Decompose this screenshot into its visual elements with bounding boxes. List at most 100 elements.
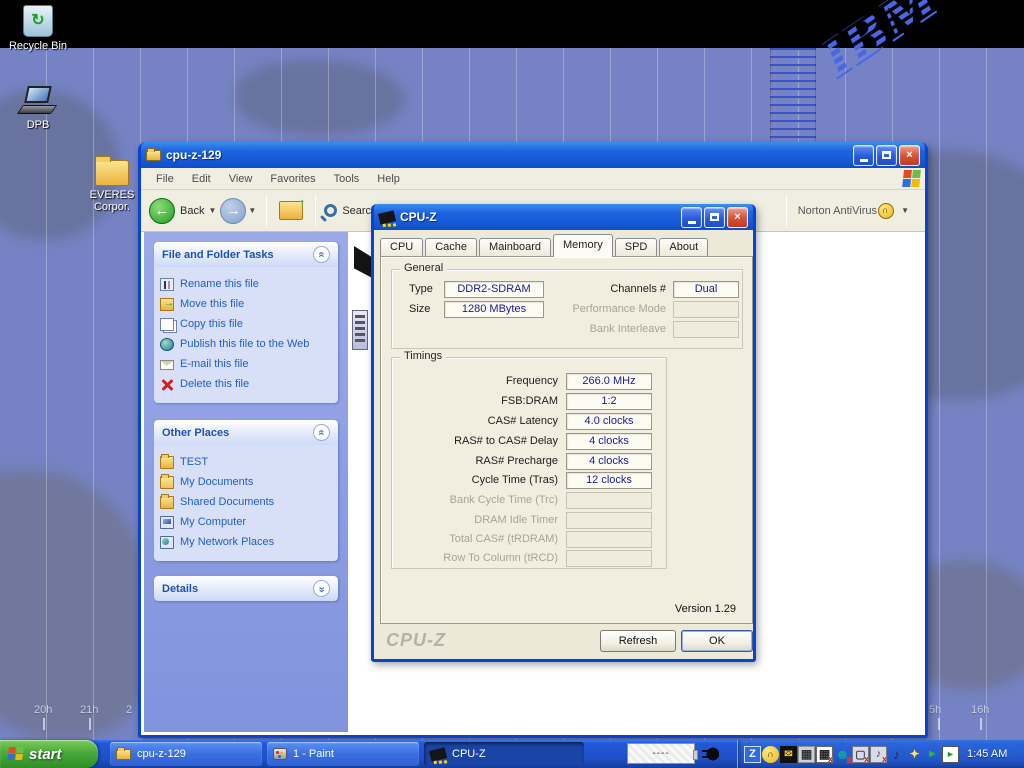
tray-display-settings-icon[interactable]: ► bbox=[942, 746, 959, 763]
collapse-chevron-icon[interactable]: » bbox=[313, 246, 330, 263]
collapse-chevron-icon[interactable]: » bbox=[313, 424, 330, 441]
menu-favorites[interactable]: Favorites bbox=[261, 170, 324, 188]
tab-about[interactable]: About bbox=[659, 238, 708, 257]
start-button[interactable]: start bbox=[0, 740, 98, 768]
menu-edit[interactable]: Edit bbox=[183, 170, 220, 188]
back-label[interactable]: Back bbox=[180, 205, 204, 217]
menu-help[interactable]: Help bbox=[368, 170, 409, 188]
timing-value bbox=[566, 550, 652, 567]
tab-spd[interactable]: SPD bbox=[615, 238, 658, 257]
rename-icon bbox=[160, 278, 174, 291]
taskbar-button-explorer[interactable]: cpu-z-129 bbox=[110, 742, 262, 766]
maximize-button[interactable] bbox=[876, 145, 897, 166]
task-publish-this-file[interactable]: Publish this file to the Web bbox=[160, 334, 332, 354]
minimize-button[interactable] bbox=[681, 207, 702, 228]
tray-norton-antivirus-icon[interactable]: ∩ bbox=[762, 746, 779, 763]
channels-label: Channels # bbox=[572, 283, 666, 295]
task-email-this-file[interactable]: E-mail this file bbox=[160, 354, 332, 374]
icon-label: Recycle Bin bbox=[2, 40, 74, 52]
timing-label: Total CAS# (tRDRAM) bbox=[400, 533, 558, 545]
close-button[interactable]: × bbox=[899, 145, 920, 166]
other-places-header[interactable]: Other Places » bbox=[154, 420, 338, 445]
forward-button[interactable]: → bbox=[220, 198, 246, 224]
desktop-icon-everes[interactable]: EVERES Corpor. bbox=[80, 160, 144, 213]
timing-label: Cycle Time (Tras) bbox=[400, 474, 558, 486]
norton-antivirus-icon[interactable] bbox=[878, 203, 894, 219]
close-button[interactable]: × bbox=[727, 207, 748, 228]
timezone-tick bbox=[43, 718, 45, 730]
task-copy-this-file[interactable]: Copy this file bbox=[160, 314, 332, 334]
tab-mainboard[interactable]: Mainboard bbox=[479, 238, 551, 257]
tray-pointing-device-icon[interactable]: Z bbox=[744, 746, 761, 763]
explorer-title-bar[interactable]: cpu-z-129 × bbox=[141, 142, 925, 168]
tray-ghost-utility-icon[interactable]: ✦ bbox=[906, 746, 923, 763]
timing-label: Row To Column (tRCD) bbox=[400, 552, 558, 564]
taskbar-button-cpuz[interactable]: CPU-Z bbox=[424, 742, 584, 766]
tray-audio-disabled-icon[interactable]: ♪x bbox=[870, 746, 887, 763]
back-dropdown-icon[interactable]: ▼ bbox=[208, 206, 216, 215]
place-my-documents[interactable]: My Documents bbox=[160, 472, 332, 492]
general-legend: General bbox=[400, 262, 447, 274]
tray-mail-alert-icon[interactable]: ✉ bbox=[780, 746, 797, 763]
performance-mode-value bbox=[673, 301, 739, 318]
refresh-button[interactable]: Refresh bbox=[600, 630, 676, 652]
cpuz-title-bar[interactable]: CPU-Z × bbox=[374, 204, 753, 230]
windows-flag-icon bbox=[7, 747, 25, 761]
tray-users-offline-icon[interactable]: ☻x bbox=[834, 746, 851, 763]
taskbar-button-paint[interactable]: 1 - Paint bbox=[267, 742, 419, 766]
tab-strip: CPU Cache Mainboard Memory SPD About bbox=[380, 234, 747, 257]
timings-groupbox: Timings Frequency266.0 MHz FSB:DRAM1:2 C… bbox=[391, 357, 667, 569]
battery-meter[interactable]: ---- bbox=[627, 743, 695, 764]
tray-display-grid-disabled-icon[interactable]: ▦x bbox=[816, 746, 833, 763]
expand-chevron-icon[interactable]: » bbox=[313, 580, 330, 597]
file-tasks-header[interactable]: File and Folder Tasks » bbox=[154, 242, 338, 267]
ok-button[interactable]: OK bbox=[681, 630, 753, 652]
general-groupbox: General Type DDR2-SDRAM Channels # Dual … bbox=[391, 269, 743, 349]
menu-tools[interactable]: Tools bbox=[325, 170, 369, 188]
tray-network-computer-icon[interactable]: ▦ bbox=[798, 746, 815, 763]
size-label: Size bbox=[409, 303, 430, 315]
file-icon[interactable] bbox=[352, 310, 368, 350]
tab-memory[interactable]: Memory bbox=[553, 234, 613, 257]
publish-web-icon bbox=[160, 338, 174, 351]
tray-computer-disconnected-icon[interactable]: ▢x bbox=[852, 746, 869, 763]
desktop-icon-dpb[interactable]: DPB bbox=[2, 86, 74, 131]
timing-label: CAS# Latency bbox=[400, 415, 558, 427]
details-header[interactable]: Details » bbox=[154, 576, 338, 601]
maximize-button[interactable] bbox=[704, 207, 725, 228]
place-my-computer[interactable]: My Computer bbox=[160, 512, 332, 532]
icon-label: EVERES Corpor. bbox=[80, 189, 144, 213]
channels-value: Dual bbox=[673, 281, 739, 298]
cpuz-watermark: CPU-Z bbox=[386, 630, 446, 651]
version-label: Version 1.29 bbox=[626, 603, 736, 615]
place-shared-documents[interactable]: Shared Documents bbox=[160, 492, 332, 512]
place-test[interactable]: TEST bbox=[160, 452, 332, 472]
norton-dropdown-icon[interactable]: ▼ bbox=[901, 206, 909, 215]
other-places-section: Other Places » TEST My Documents Shared … bbox=[154, 420, 338, 561]
place-my-network-places[interactable]: My Network Places bbox=[160, 532, 332, 552]
menu-file[interactable]: File bbox=[147, 170, 183, 188]
power-plug-icon[interactable] bbox=[703, 747, 719, 761]
email-icon bbox=[160, 360, 174, 370]
timezone-label: 16h bbox=[971, 704, 989, 716]
desktop-icon-recycle-bin[interactable]: ↻ Recycle Bin bbox=[2, 5, 74, 52]
cpu-chip-icon bbox=[429, 747, 447, 762]
search-icon[interactable] bbox=[324, 204, 337, 217]
tray-volume-icon[interactable]: ♪ bbox=[888, 746, 905, 763]
forward-dropdown-icon[interactable]: ▼ bbox=[248, 206, 256, 215]
tab-cpu[interactable]: CPU bbox=[380, 238, 423, 257]
minimize-button[interactable] bbox=[853, 145, 874, 166]
task-rename-this-file[interactable]: Rename this file bbox=[160, 274, 332, 294]
task-delete-this-file[interactable]: Delete this file bbox=[160, 374, 332, 394]
folder-icon bbox=[95, 160, 129, 186]
norton-antivirus-label[interactable]: Norton AntiVirus bbox=[798, 205, 877, 217]
move-icon bbox=[160, 298, 174, 311]
back-button[interactable]: ← bbox=[149, 198, 175, 224]
task-move-this-file[interactable]: Move this file bbox=[160, 294, 332, 314]
menu-view[interactable]: View bbox=[220, 170, 262, 188]
tab-cache[interactable]: Cache bbox=[425, 238, 477, 257]
up-button[interactable] bbox=[279, 201, 303, 220]
type-value: DDR2-SDRAM bbox=[444, 281, 544, 298]
tray-updates-icon[interactable]: ► bbox=[924, 746, 941, 763]
windows-logo-icon bbox=[902, 170, 922, 188]
